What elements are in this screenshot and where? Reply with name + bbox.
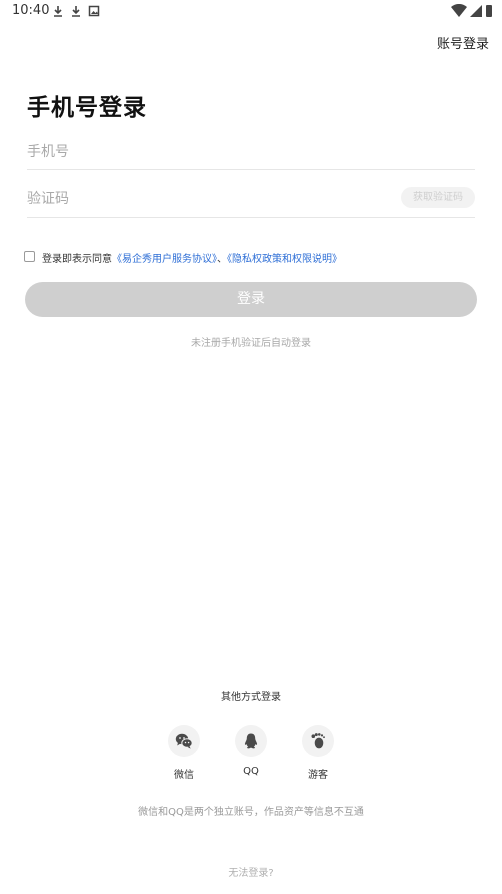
auto-register-hint: 未注册手机验证后自动登录: [191, 338, 311, 349]
download-icon: [54, 6, 62, 17]
guest-login-button[interactable]: 游客: [288, 725, 348, 781]
battery-icon: [486, 5, 492, 17]
wechat-label: 微信: [174, 770, 194, 781]
phone-field: [27, 137, 475, 170]
get-code-button[interactable]: 获取验证码: [401, 187, 475, 208]
agreement-checkbox[interactable]: [24, 251, 35, 262]
login-button[interactable]: 登录: [25, 282, 477, 317]
agreement-prefix: 登录即表示同意: [42, 254, 112, 265]
user-agreement-link[interactable]: 《易企秀用户服务协议》: [112, 254, 217, 265]
code-field: 获取验证码: [27, 183, 475, 218]
privacy-policy-link[interactable]: 《隐私权政策和权限说明》: [227, 254, 342, 265]
other-login-methods-title: 其他方式登录: [221, 692, 281, 703]
guest-footprint-icon: [311, 733, 325, 749]
wechat-icon-circle: [168, 725, 200, 757]
wechat-icon: [175, 733, 193, 749]
guest-label: 游客: [308, 770, 328, 781]
photo-icon: [88, 5, 100, 17]
page-title: 手机号登录: [27, 95, 147, 121]
qq-login-button[interactable]: QQ: [221, 725, 281, 777]
wechat-login-button[interactable]: 微信: [154, 725, 214, 781]
qq-icon: [244, 733, 258, 749]
system-status-icons: [451, 4, 492, 17]
account-login-link[interactable]: 账号登录: [437, 33, 489, 52]
qq-label: QQ: [243, 766, 259, 777]
verification-code-input[interactable]: [27, 184, 327, 214]
phone-input[interactable]: [27, 137, 327, 167]
agreement-separator: 、: [217, 254, 227, 265]
guest-icon-circle: [302, 725, 334, 757]
agreement-text: 登录即表示同意《易企秀用户服务协议》、《隐私权政策和权限说明》: [42, 250, 342, 265]
cellular-signal-icon: [470, 5, 482, 17]
status-time: 10:40: [12, 3, 50, 18]
status-bar: 10:40: [0, 0, 502, 22]
cant-login-link[interactable]: 无法登录?: [0, 864, 502, 879]
qq-icon-circle: [235, 725, 267, 757]
wifi-icon: [451, 4, 467, 17]
download-icon: [72, 6, 80, 17]
account-disclaimer: 微信和QQ是两个独立账号，作品资产等信息不互通: [138, 807, 364, 818]
